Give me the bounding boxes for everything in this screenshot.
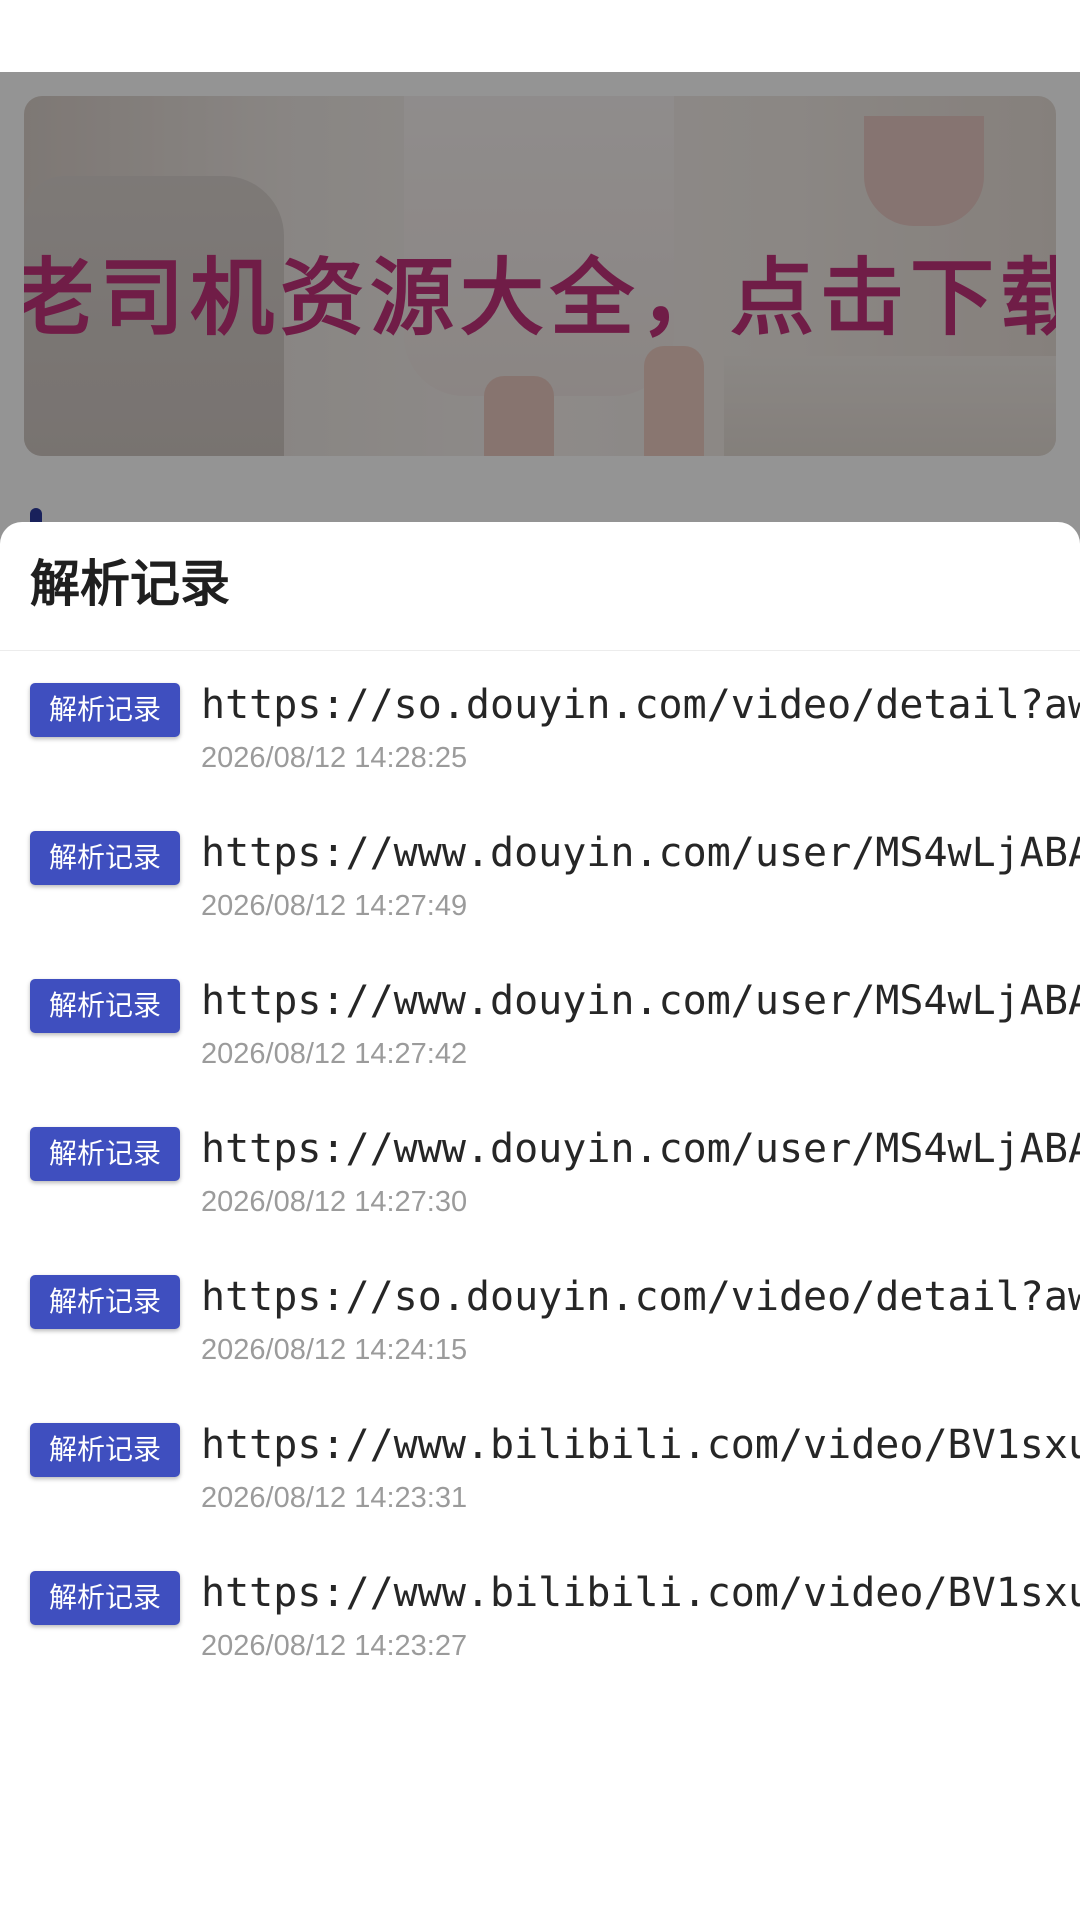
record-url: https://so.douyin.com/video/detail?aweme… [201,682,1080,728]
record-item[interactable]: 解析记录 https://www.bilibili.com/video/BV1s… [0,1392,1080,1540]
record-item[interactable]: 解析记录 https://www.douyin.com/user/MS4wLjA… [0,948,1080,1096]
record-tag: 解析记录 [30,1423,180,1477]
record-tag: 解析记录 [30,1275,180,1329]
sheet-header: 解析记录 [0,522,1080,651]
record-time: 2026/08/12 14:27:49 [201,890,468,922]
sheet-title: 解析记录 [30,555,230,613]
record-time: 2026/08/12 14:27:42 [201,1038,468,1070]
record-url: https://so.douyin.com/video/detail?aweme… [201,1274,1080,1320]
screen: 老司机资源大全，点击下载 解析记录 解析记录 https://so.douyin… [0,0,1080,1920]
record-time: 2026/08/12 14:23:27 [201,1630,468,1662]
record-tag: 解析记录 [30,683,180,737]
record-list: 解析记录 https://so.douyin.com/video/detail?… [0,652,1080,1688]
status-bar [0,0,1080,72]
record-url: https://www.douyin.com/user/MS4wLjABAAAA [201,1126,1080,1172]
record-tag: 解析记录 [30,979,180,1033]
record-url: https://www.bilibili.com/video/BV1sxu [201,1570,1080,1616]
record-url: https://www.douyin.com/user/MS4wLjABAAAA [201,978,1080,1024]
record-time: 2026/08/12 14:27:30 [201,1186,468,1218]
record-time: 2026/08/12 14:23:31 [201,1482,468,1514]
record-time: 2026/08/12 14:28:25 [201,742,468,774]
history-bottom-sheet: 解析记录 解析记录 https://so.douyin.com/video/de… [0,522,1080,1920]
record-item[interactable]: 解析记录 https://so.douyin.com/video/detail?… [0,1244,1080,1392]
record-tag: 解析记录 [30,1127,180,1181]
record-item[interactable]: 解析记录 https://www.douyin.com/user/MS4wLjA… [0,1096,1080,1244]
record-url: https://www.bilibili.com/video/BV1sxu [201,1422,1080,1468]
record-item[interactable]: 解析记录 https://www.bilibili.com/video/BV1s… [0,1540,1080,1688]
record-tag: 解析记录 [30,831,180,885]
record-time: 2026/08/12 14:24:15 [201,1334,468,1366]
record-url: https://www.douyin.com/user/MS4wLjABAAAA [201,830,1080,876]
record-item[interactable]: 解析记录 https://so.douyin.com/video/detail?… [0,652,1080,800]
record-tag: 解析记录 [30,1571,180,1625]
record-item[interactable]: 解析记录 https://www.douyin.com/user/MS4wLjA… [0,800,1080,948]
